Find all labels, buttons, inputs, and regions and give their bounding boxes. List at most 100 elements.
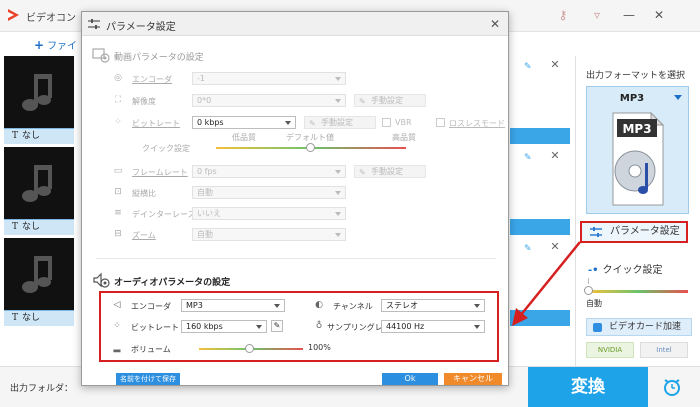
nvidia-badge: NVIDIA	[586, 342, 634, 358]
framerate-icon: ▭	[113, 166, 123, 176]
edit-icon[interactable]: ✎	[524, 244, 534, 254]
quick-setting-slider[interactable]	[588, 290, 688, 293]
dialog-title-bar: パラメータ設定 ✕	[82, 12, 508, 36]
video-bitrate-label: ビットレート	[132, 119, 180, 128]
framerate-manual-button[interactable]: ✎ 手動設定	[354, 165, 426, 178]
cart-icon[interactable]: ▿	[590, 8, 604, 22]
dropdown-arrow-icon[interactable]	[674, 95, 682, 100]
audio-settings-icon	[93, 272, 110, 288]
bitrate-icon: ⁘	[114, 117, 122, 127]
volume-percent: 100%	[308, 343, 331, 352]
video-encoder-label: エンコーダ	[132, 75, 172, 84]
parameter-settings-button[interactable]: パラメータ設定	[580, 221, 688, 243]
samplerate-dropdown[interactable]: 44100 Hz	[381, 320, 485, 333]
deinterlace-dropdown[interactable]: いいえ	[192, 207, 346, 220]
audio-bitrate-label: ビットレート	[131, 323, 179, 332]
music-note-icon	[22, 74, 52, 111]
add-file-label: ファイ	[47, 41, 78, 52]
item-actions: ✎ ✕	[510, 56, 570, 144]
quick-setting-label: クイック設定	[602, 265, 663, 276]
thumbnail	[4, 147, 74, 219]
resolution-dropdown[interactable]: 0*0	[192, 94, 346, 107]
audio-bitrate-dropdown[interactable]: 160 kbps	[181, 320, 267, 333]
output-panel: 出力フォーマットを選択 MP3 MP3 パラメータ設定 -•クイック設定 自動	[575, 56, 700, 366]
zoom-dropdown[interactable]: 自動	[192, 228, 346, 241]
dialog-title: パラメータ設定	[106, 22, 176, 33]
subtitle-label: なし	[22, 313, 41, 323]
quick-setting-title: -• クイック設定	[588, 261, 663, 276]
mp3-file-text: MP3	[622, 122, 651, 136]
manual-label: 手動設定	[371, 167, 403, 176]
item-actions: ✎ ✕	[510, 238, 570, 326]
add-file-button[interactable]: + ファイ	[34, 37, 77, 52]
save-as-button[interactable]: 名前を付けて保存	[116, 373, 180, 385]
dialog-footer: 名前を付けて保存 Ok キャンセル	[82, 372, 508, 386]
remove-item-button[interactable]: ✕	[548, 58, 562, 72]
convert-button[interactable]: 変換	[528, 367, 648, 407]
deinterlace-label: デインターレース	[132, 210, 196, 219]
lossless-label: ロスレスモード	[449, 119, 505, 128]
manual-label: 手動設定	[321, 118, 353, 127]
subtitle-bar[interactable]: T なし	[4, 310, 74, 326]
video-bitrate-dropdown[interactable]: 0 kbps	[192, 116, 296, 129]
channel-dropdown[interactable]: ステレオ	[381, 299, 485, 312]
text-icon: T	[12, 222, 19, 232]
close-window-button[interactable]: ✕	[650, 6, 668, 24]
output-format-title: 出力フォーマットを選択	[586, 71, 686, 81]
microphone-icon: ♁	[315, 321, 323, 331]
quick-setting-auto-label: 自動	[586, 299, 602, 308]
remove-item-button[interactable]: ✕	[548, 240, 562, 254]
pencil-icon: ✎	[309, 119, 316, 128]
edit-icon[interactable]: ✎	[524, 62, 534, 72]
encoder-icon: ◎	[114, 73, 122, 83]
app-title: ビデオコン	[26, 13, 76, 24]
ok-button[interactable]: Ok	[382, 373, 438, 385]
dialog-close-button[interactable]: ✕	[486, 15, 504, 33]
zoom-icon: ⊟	[114, 229, 122, 239]
audio-encoder-dropdown[interactable]: MP3	[181, 299, 285, 312]
parameter-settings-dialog: パラメータ設定 ✕ 動画パラメータの設定 ◎ エンコーダ -1 ⛶ 解像度 0*…	[81, 11, 509, 386]
format-selector[interactable]: MP3 MP3	[586, 86, 689, 214]
gpu-acceleration-label: ビデオカード加速	[609, 322, 682, 332]
video-quality-knob[interactable]	[306, 143, 315, 152]
low-quality-label: 低品質	[232, 133, 256, 142]
video-encoder-dropdown[interactable]: -1	[192, 72, 346, 85]
gpu-acceleration-button[interactable]: ビデオカード加速	[586, 318, 692, 336]
framerate-label: フレームレート	[132, 168, 188, 177]
aspect-ratio-dropdown[interactable]: 自動	[192, 186, 346, 199]
edit-icon[interactable]: ✎	[524, 153, 534, 163]
vbr-checkbox[interactable]	[382, 118, 391, 127]
key-icon[interactable]: ⚷	[556, 8, 570, 22]
subtitle-bar[interactable]: T なし	[4, 128, 74, 144]
output-folder-label: 出力フォルダ：	[10, 384, 74, 394]
app-logo-icon	[8, 9, 19, 21]
bitrate-manual-button[interactable]: ✎ 手動設定	[304, 116, 376, 129]
mp3-file-icon: MP3	[612, 111, 665, 206]
alarm-clock-icon[interactable]	[662, 377, 682, 397]
intel-badge: Intel	[640, 342, 688, 358]
video-settings-icon	[92, 48, 110, 63]
speaker-icon: ◁	[113, 300, 121, 310]
pencil-icon: ✎	[359, 168, 366, 177]
subtitle-bar[interactable]: T なし	[4, 219, 74, 235]
item-strip	[510, 310, 570, 326]
high-quality-label: 高品質	[392, 133, 416, 142]
deinterlace-icon: ≡	[114, 208, 122, 218]
sliders-icon	[88, 19, 100, 29]
video-quick-setting-label: クイック設定	[142, 144, 190, 153]
quick-setting-knob[interactable]	[584, 286, 593, 295]
minimize-button[interactable]: —	[620, 6, 638, 24]
framerate-dropdown[interactable]: 0 fps	[192, 165, 346, 178]
subtitle-label: なし	[22, 131, 41, 141]
channel-label: チャンネル	[333, 302, 373, 311]
resolution-manual-button[interactable]: ✎ 手動設定	[354, 94, 426, 107]
volume-knob[interactable]	[245, 344, 254, 353]
pencil-icon: ✎	[359, 97, 366, 106]
audio-bitrate-edit-icon[interactable]: ✎	[271, 320, 283, 332]
audio-settings-highlight: ◁ エンコーダ MP3 ◐ チャンネル ステレオ ⁘ ビットレート 160 kb…	[99, 291, 499, 362]
cancel-button[interactable]: キャンセル	[444, 373, 502, 385]
channel-icon: ◐	[315, 300, 323, 310]
slider-icon: -•	[588, 265, 599, 276]
remove-item-button[interactable]: ✕	[548, 149, 562, 163]
lossless-checkbox[interactable]	[436, 118, 445, 127]
